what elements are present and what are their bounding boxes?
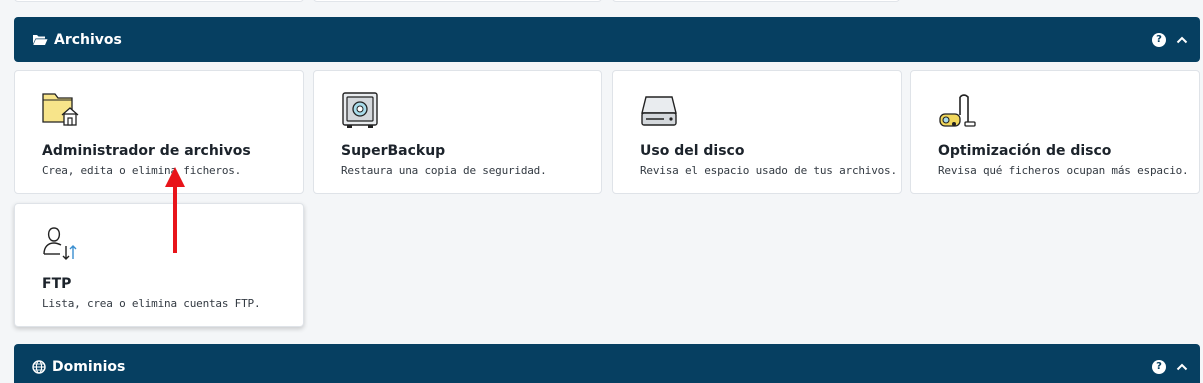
card-title: SuperBackup	[341, 143, 446, 159]
card-description: Lista, crea o elimina cuentas FTP.	[42, 297, 261, 310]
files-section-header[interactable]: Archivos ?	[14, 17, 1200, 62]
card-title: Optimización de disco	[938, 143, 1112, 159]
folder-home-icon	[42, 93, 79, 126]
card-title: FTP	[42, 276, 72, 292]
card-description: Crea, edita o elimina ficheros.	[42, 164, 242, 177]
previous-card-stub	[612, 0, 900, 2]
disk-optimization-card[interactable]: Optimización de disco Revisa qué fichero…	[910, 70, 1200, 194]
folder-open-icon	[33, 35, 48, 45]
chevron-up-icon[interactable]	[1176, 34, 1188, 46]
files-section-title: Archivos	[54, 31, 122, 48]
annotation-arrow	[165, 167, 185, 253]
previous-card-stub	[313, 0, 602, 2]
ftp-card[interactable]: FTP Lista, crea o elimina cuentas FTP.	[14, 203, 304, 327]
help-icon[interactable]: ?	[1152, 32, 1166, 47]
card-description: Revisa qué ficheros ocupan más espacio.	[938, 164, 1189, 177]
safe-icon	[342, 92, 378, 128]
hard-disk-icon	[641, 96, 677, 126]
card-title: Administrador de archivos	[42, 143, 251, 159]
chevron-up-icon[interactable]	[1176, 361, 1188, 373]
card-title: Uso del disco	[640, 143, 745, 159]
help-icon[interactable]: ?	[1152, 359, 1166, 374]
file-manager-card[interactable]: Administrador de archivos Crea, edita o …	[14, 70, 304, 194]
vacuum-cleaner-icon	[939, 94, 976, 127]
superbackup-card[interactable]: SuperBackup Restaura una copia de seguri…	[313, 70, 602, 194]
domains-section-header[interactable]: Dominios ?	[14, 344, 1200, 383]
globe-icon	[32, 359, 46, 374]
card-description: Revisa el espacio usado de tus archivos.	[640, 164, 897, 177]
domains-section-title: Dominios	[52, 358, 126, 375]
card-description: Restaura una copia de seguridad.	[341, 164, 547, 177]
user-transfer-icon	[43, 227, 77, 260]
disk-usage-card[interactable]: Uso del disco Revisa el espacio usado de…	[612, 70, 902, 194]
previous-card-stub	[14, 0, 304, 2]
